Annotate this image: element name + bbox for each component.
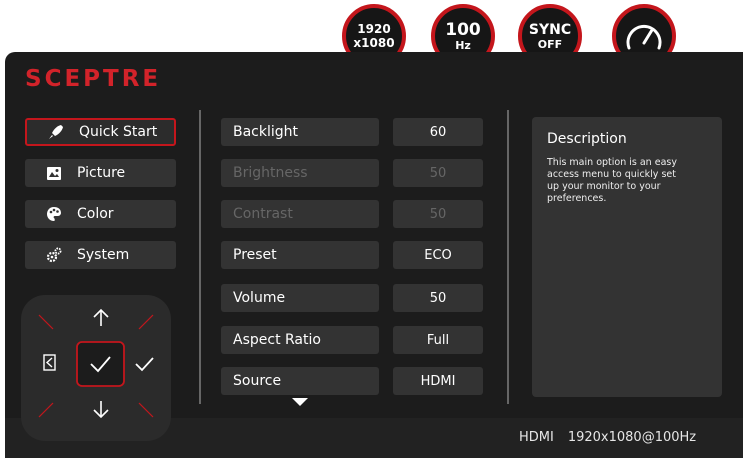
menu-item-quick-start[interactable]: Quick Start xyxy=(25,118,176,146)
color-palette-icon xyxy=(45,205,63,223)
setting-value-preset[interactable]: ECO xyxy=(393,241,483,269)
description-body: This main option is an easy access menu … xyxy=(547,157,677,204)
osd-panel: SCEPTRE Quick Start Picture Color System… xyxy=(5,52,743,458)
status-text: HDMI 1920x1080@100Hz xyxy=(519,430,710,445)
setting-label-volume[interactable]: Volume xyxy=(221,284,379,312)
description-title: Description xyxy=(547,131,627,147)
check-icon[interactable] xyxy=(135,357,154,372)
menu-item-system[interactable]: System xyxy=(25,241,176,269)
check-icon[interactable] xyxy=(76,341,125,387)
picture-icon xyxy=(45,164,63,182)
nav-decor-line xyxy=(38,402,54,418)
nav-decor-line xyxy=(138,314,154,330)
gears-icon xyxy=(45,246,63,264)
menu-item-label: System xyxy=(77,247,130,263)
setting-value-volume[interactable]: 50 xyxy=(393,284,483,312)
navigation-pad-graphics xyxy=(38,308,154,419)
setting-label-source[interactable]: Source xyxy=(221,367,379,395)
rocket-icon xyxy=(47,123,65,141)
speedometer-icon xyxy=(626,25,662,50)
nav-decor-line xyxy=(138,402,154,418)
setting-label-aspect-ratio[interactable]: Aspect Ratio xyxy=(221,326,379,354)
arrow-up-icon[interactable] xyxy=(93,308,109,326)
resolution-badge-line1: 1920 xyxy=(357,22,391,36)
setting-label-brightness: Brightness xyxy=(221,159,379,187)
menu-item-picture[interactable]: Picture xyxy=(25,159,176,187)
sync-badge-line2: OFF xyxy=(537,37,563,51)
menu-item-color[interactable]: Color xyxy=(25,200,176,228)
navigation-pad xyxy=(21,295,171,441)
right-divider xyxy=(507,110,509,404)
description-panel: Description This main option is an easy … xyxy=(532,117,722,397)
arrow-down-icon[interactable] xyxy=(93,401,109,419)
brand-logo: SCEPTRE xyxy=(25,66,162,92)
triangle-down-icon[interactable] xyxy=(292,398,308,406)
sync-badge-line1: SYNC xyxy=(528,21,572,38)
setting-label-contrast: Contrast xyxy=(221,200,379,228)
setting-label-preset[interactable]: Preset xyxy=(221,241,379,269)
exit-icon[interactable] xyxy=(43,354,56,371)
setting-label-backlight[interactable]: Backlight xyxy=(221,118,379,146)
setting-value-backlight[interactable]: 60 xyxy=(393,118,483,146)
nav-decor-line xyxy=(38,314,54,330)
menu-item-label: Color xyxy=(77,206,114,222)
setting-value-aspect-ratio[interactable]: Full xyxy=(393,326,483,354)
refresh-rate-unit: Hz xyxy=(455,38,471,52)
menu-item-label: Quick Start xyxy=(79,124,158,140)
menu-item-label: Picture xyxy=(77,165,126,181)
status-input: HDMI xyxy=(519,430,554,445)
setting-value-brightness: 50 xyxy=(393,159,483,187)
left-divider xyxy=(199,110,201,404)
setting-value-contrast: 50 xyxy=(393,200,483,228)
status-mode: 1920x1080@100Hz xyxy=(567,430,697,445)
refresh-rate-value: 100 xyxy=(445,19,481,40)
setting-value-source[interactable]: HDMI xyxy=(393,367,483,395)
resolution-badge-line2: x1080 xyxy=(353,36,395,50)
